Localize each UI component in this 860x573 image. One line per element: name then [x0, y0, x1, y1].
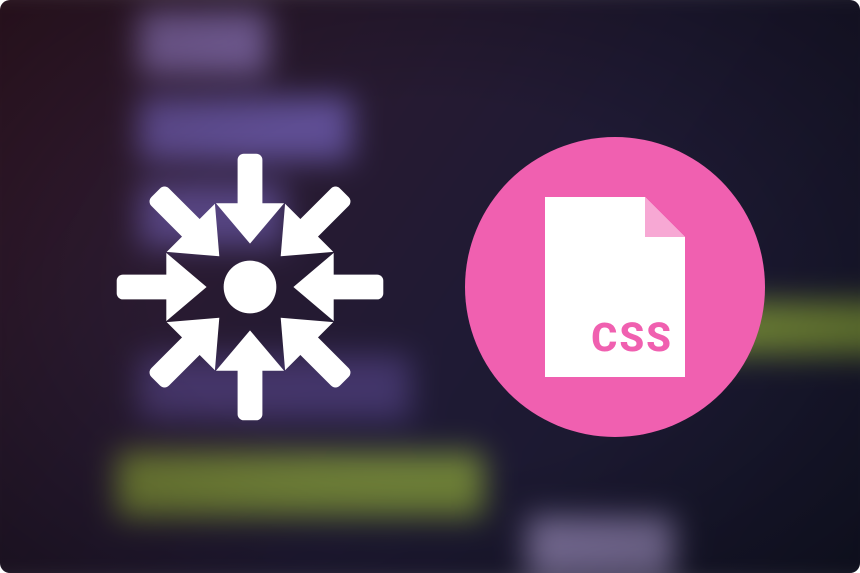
content-row: CSS — [0, 0, 860, 573]
hero-graphic: CSS — [0, 0, 860, 573]
converge-arrows-icon — [95, 132, 405, 442]
css-file-icon: CSS — [545, 197, 685, 377]
css-file-label: CSS — [591, 314, 673, 361]
css-badge: CSS — [465, 137, 765, 437]
